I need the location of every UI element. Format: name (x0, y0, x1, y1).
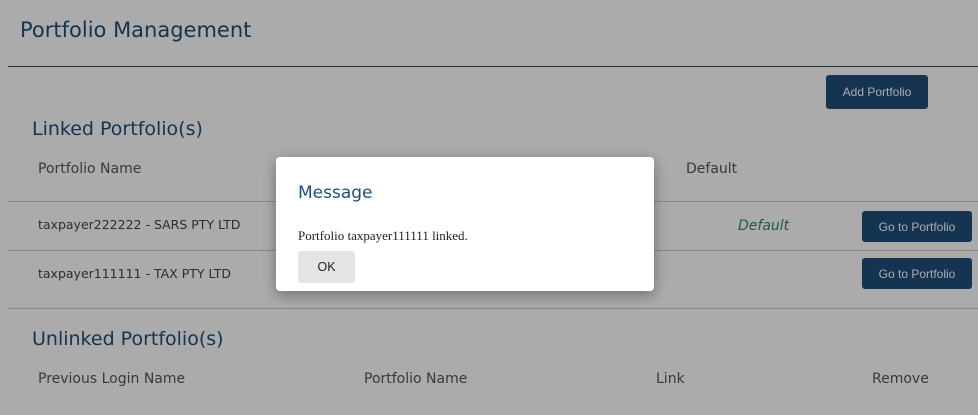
message-dialog: Message Portfolio taxpayer111111 linked.… (276, 157, 654, 291)
ok-button[interactable]: OK (298, 251, 355, 283)
dialog-title: Message (298, 183, 373, 203)
dialog-message: Portfolio taxpayer111111 linked. (298, 228, 468, 243)
